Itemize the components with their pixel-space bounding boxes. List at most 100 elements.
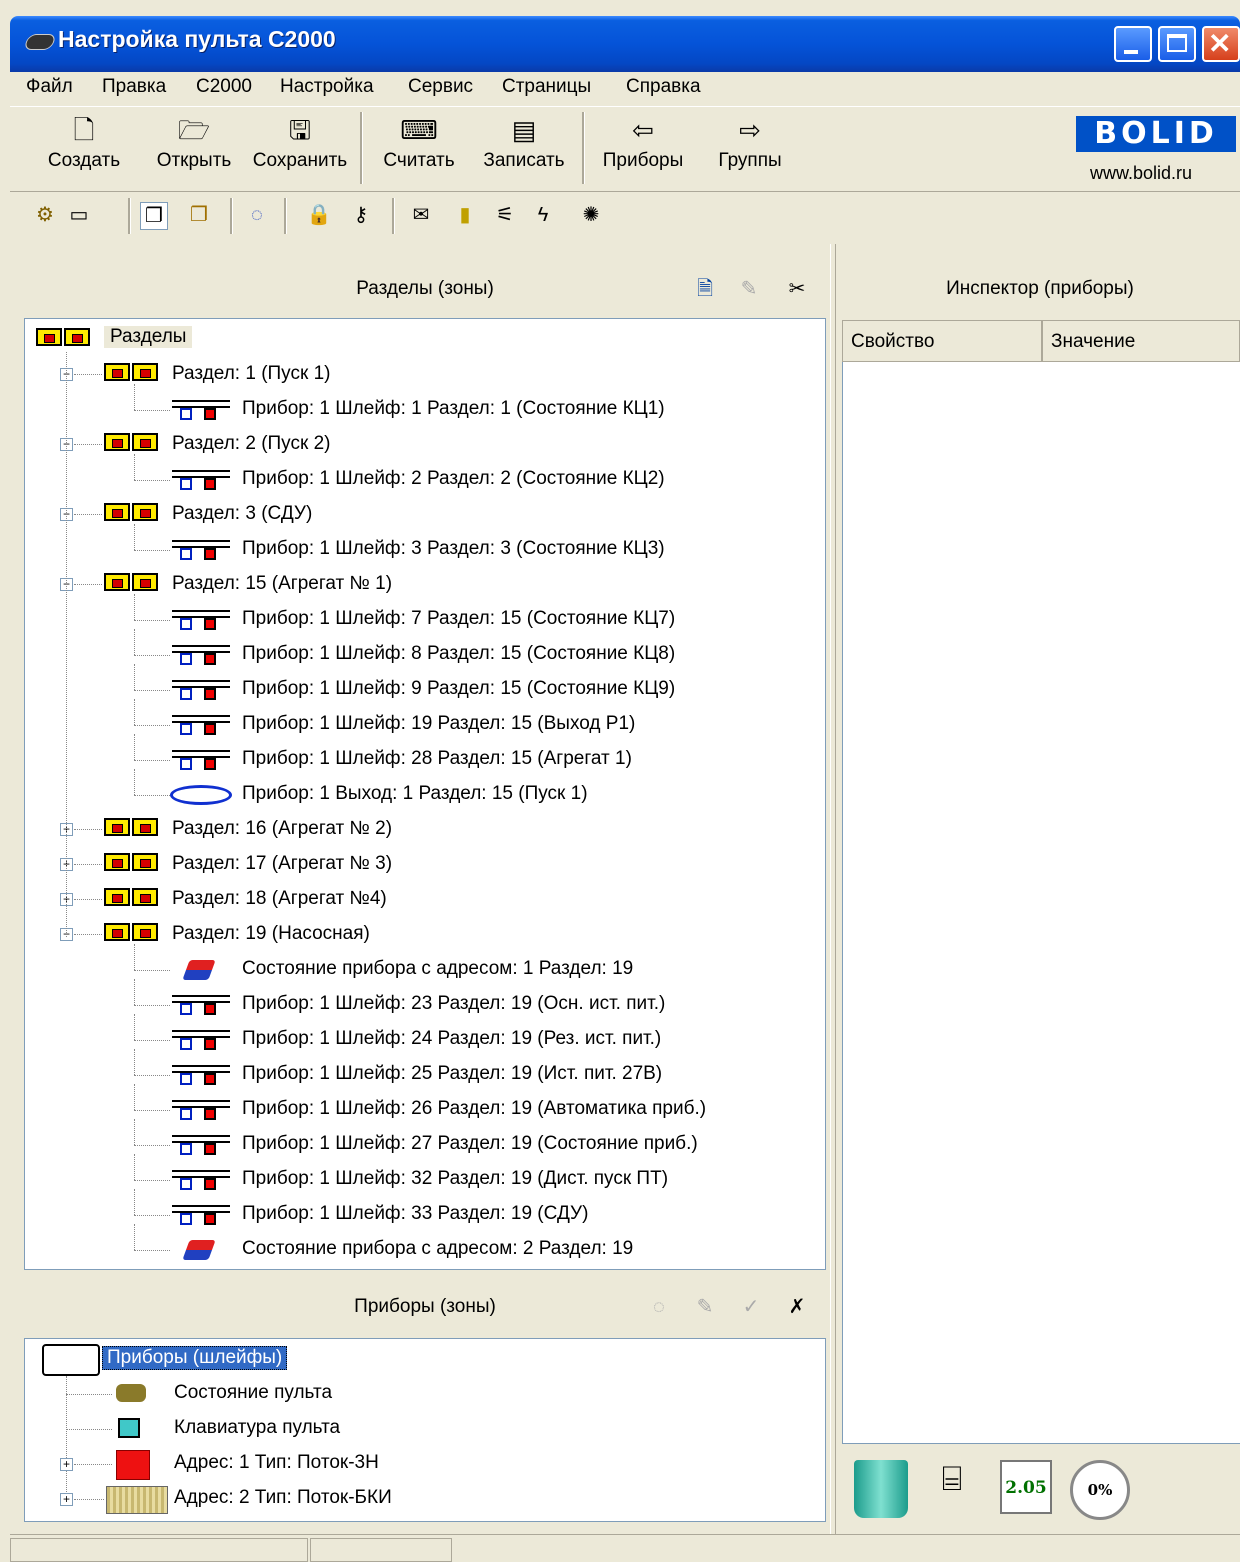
sensor-part — [204, 1073, 216, 1085]
cut-icon[interactable]: ✂ — [784, 276, 810, 302]
section-child-label[interactable]: Прибор: 1 Шлейф: 24 Раздел: 19 (Рез. ист… — [242, 1028, 661, 1050]
read-button[interactable]: ⌨ Считать — [372, 110, 466, 188]
maximize-button[interactable] — [1158, 26, 1196, 62]
section-child-label[interactable]: Прибор: 1 Шлейф: 19 Раздел: 15 (Выход Р1… — [242, 713, 635, 735]
section-child-label[interactable]: Прибор: 1 Шлейф: 32 Раздел: 19 (Дист. пу… — [242, 1168, 668, 1190]
section-icon-part — [132, 503, 158, 521]
sections-view-icon[interactable]: ❐ — [140, 202, 168, 230]
section-label[interactable]: Раздел: 16 (Агрегат № 2) — [172, 818, 392, 840]
tree-line — [134, 1005, 170, 1006]
section-child-label[interactable]: Прибор: 1 Шлейф: 7 Раздел: 15 (Состояние… — [242, 608, 675, 630]
device-item[interactable]: Адрес: 1 Тип: Поток-3Н — [174, 1452, 379, 1474]
delete-icon[interactable]: ✗ — [784, 1294, 810, 1320]
menu-c2000[interactable]: С2000 — [196, 76, 252, 98]
section-child-label[interactable]: Прибор: 1 Выход: 1 Раздел: 15 (Пуск 1) — [242, 783, 588, 805]
create-button[interactable]: 🗋 Создать — [36, 110, 132, 188]
open-button[interactable]: 🗁 Открыть — [146, 110, 242, 188]
tree-line — [74, 1464, 112, 1465]
bolid-logo: BOLID — [1076, 116, 1236, 152]
check-icon: ✓ — [742, 1296, 760, 1318]
section-label[interactable]: Раздел: 1 (Пуск 1) — [172, 363, 330, 385]
groups-button[interactable]: ⇨ Группы — [708, 110, 792, 188]
device-item[interactable]: Состояние пульта — [174, 1382, 332, 1404]
devices-button[interactable]: ⇦ Приборы — [596, 110, 690, 188]
keyboard-icon[interactable]: ▭ — [66, 202, 92, 228]
section-label[interactable]: Раздел: 17 (Агрегат № 3) — [172, 853, 392, 875]
tree-line — [74, 934, 102, 935]
section-child-label[interactable]: Прибор: 1 Шлейф: 8 Раздел: 15 (Состояние… — [242, 643, 675, 665]
tree-line — [134, 725, 170, 726]
siren-icon[interactable]: ✺ — [578, 202, 604, 228]
menu-pages[interactable]: Страницы — [502, 76, 591, 98]
relay-icon[interactable]: ⚟ — [492, 202, 518, 228]
devices-root-label[interactable]: Приборы (шлейфы) — [102, 1346, 288, 1370]
sections-root-label[interactable]: Разделы — [104, 326, 193, 348]
loop-sensor-icon — [172, 608, 230, 630]
section-icon — [104, 501, 166, 523]
section-child-label[interactable]: Прибор: 1 Шлейф: 25 Раздел: 19 (Ист. пит… — [242, 1063, 662, 1085]
device-item[interactable]: Адрес: 2 Тип: Поток-БКИ — [174, 1487, 392, 1509]
section-icon-part — [104, 573, 130, 591]
refresh-icon[interactable]: ◌ — [244, 202, 270, 228]
close-icon: ✕ — [1208, 28, 1232, 59]
bolid-url[interactable]: www.bolid.ru — [1090, 163, 1192, 184]
section-child-label[interactable]: Прибор: 1 Шлейф: 26 Раздел: 19 (Автомати… — [242, 1098, 706, 1120]
user-keys-icon[interactable]: ⚷ — [348, 202, 374, 228]
sensor-part — [204, 723, 216, 735]
section-child-label[interactable]: Прибор: 1 Шлейф: 28 Раздел: 15 (Агрегат … — [242, 748, 632, 770]
section-icon-part — [104, 503, 130, 521]
section-icon — [104, 431, 166, 453]
expand-icon[interactable]: + — [60, 1458, 73, 1471]
tree-line — [134, 410, 170, 411]
write-button[interactable]: ▤ Записать — [474, 110, 574, 188]
value-column-header[interactable]: Значение — [1042, 320, 1240, 362]
section-label[interactable]: Раздел: 18 (Агрегат №4) — [172, 888, 387, 910]
tree-line — [134, 1154, 135, 1180]
trash-icon[interactable] — [854, 1460, 908, 1518]
section-label[interactable]: Раздел: 19 (Насосная) — [172, 923, 370, 945]
properties-icon[interactable]: 🗎 — [692, 276, 718, 302]
device-item[interactable]: Клавиатура пульта — [174, 1417, 340, 1439]
menu-file[interactable]: Файл — [26, 76, 73, 98]
inspector-grid[interactable] — [842, 320, 1240, 1444]
sensor-part — [204, 408, 216, 420]
console-device-icon[interactable]: ⌸ — [922, 1460, 982, 1510]
section-child-label[interactable]: Состояние прибора с адресом: 2 Раздел: 1… — [242, 1238, 633, 1260]
section-label[interactable]: Раздел: 3 (СДУ) — [172, 503, 312, 525]
lock-icon[interactable]: 🔒 — [306, 202, 332, 228]
expand-icon[interactable]: + — [60, 1493, 73, 1506]
menu-settings[interactable]: Настройка — [280, 76, 374, 98]
zones-view-icon[interactable]: ❐ — [186, 202, 212, 228]
section-label[interactable]: Раздел: 2 (Пуск 2) — [172, 433, 330, 455]
gear-icon[interactable]: ⚙ — [32, 202, 58, 228]
sensor-part — [204, 758, 216, 770]
close-button[interactable]: ✕ — [1202, 26, 1240, 62]
status-panel — [310, 1538, 452, 1562]
menu-help[interactable]: Справка — [626, 76, 701, 98]
section-icon — [104, 361, 166, 383]
save-button[interactable]: 🖫 Сохранить — [244, 110, 356, 188]
mail-icon[interactable]: ✉ — [408, 202, 434, 228]
section-icon-part — [104, 818, 130, 836]
sensor-part — [180, 408, 192, 420]
menu-service[interactable]: Сервис — [408, 76, 473, 98]
section-child-label[interactable]: Прибор: 1 Шлейф: 9 Раздел: 15 (Состояние… — [242, 678, 675, 700]
section-child-label[interactable]: Прибор: 1 Шлейф: 3 Раздел: 3 (Состояние … — [242, 538, 665, 560]
section-child-label[interactable]: Прибор: 1 Шлейф: 33 Раздел: 19 (СДУ) — [242, 1203, 588, 1225]
property-column-header[interactable]: Свойство — [842, 320, 1042, 362]
section-child-label[interactable]: Прибор: 1 Шлейф: 2 Раздел: 2 (Состояние … — [242, 468, 665, 490]
tree-line — [134, 699, 135, 725]
section-label[interactable]: Раздел: 15 (Агрегат № 1) — [172, 573, 392, 595]
minimize-button[interactable] — [1114, 26, 1152, 62]
door-icon[interactable]: ▮ — [452, 202, 478, 228]
section-child-label[interactable]: Состояние прибора с адресом: 1 Раздел: 1… — [242, 958, 633, 980]
panel-splitter[interactable] — [830, 244, 836, 1534]
section-child-label[interactable]: Прибор: 1 Шлейф: 27 Раздел: 19 (Состояни… — [242, 1133, 698, 1155]
lightning-icon[interactable]: ϟ — [530, 202, 556, 228]
tree-line — [134, 734, 135, 760]
section-icon-part — [132, 433, 158, 451]
section-child-label[interactable]: Прибор: 1 Шлейф: 23 Раздел: 19 (Осн. ист… — [242, 993, 665, 1015]
section-child-label[interactable]: Прибор: 1 Шлейф: 1 Раздел: 1 (Состояние … — [242, 398, 665, 420]
menu-edit[interactable]: Правка — [102, 76, 166, 98]
tree-line — [134, 594, 135, 620]
